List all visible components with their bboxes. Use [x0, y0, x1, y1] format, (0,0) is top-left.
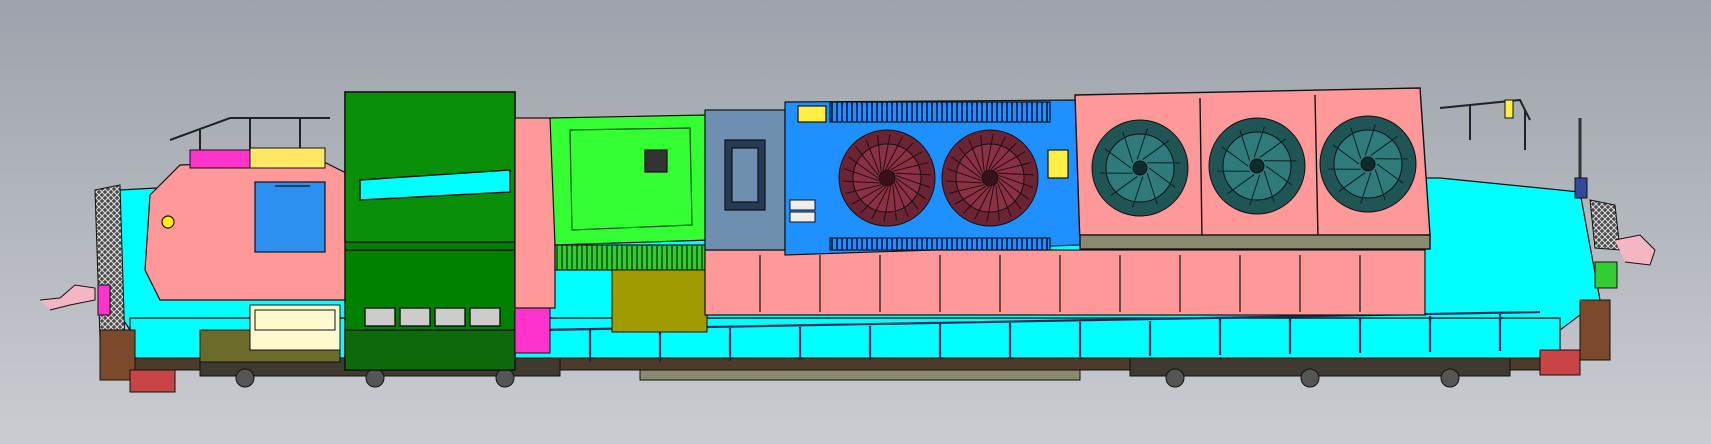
electrical-cabinet[interactable] [549, 114, 711, 271]
front-yellow-handle [1504, 99, 1514, 119]
marker-light [161, 215, 175, 229]
cab-side-window[interactable] [364, 307, 396, 327]
front-step-well [1579, 299, 1611, 361]
horn-bell [789, 199, 816, 211]
fan-center [981, 169, 999, 187]
yellow-tag [797, 105, 827, 123]
radiator-fins [829, 101, 1051, 123]
long-hood-body[interactable] [704, 249, 1426, 316]
cabinet-ribs [554, 244, 711, 271]
long-hood[interactable] [704, 249, 1426, 316]
cad-viewport[interactable] [0, 0, 1711, 444]
horn-bell [789, 211, 816, 223]
rear-anticlimber [129, 369, 176, 393]
cab-lower-panel [344, 329, 516, 371]
inertial-filter[interactable] [704, 109, 786, 251]
radiator-fan-2[interactable] [941, 129, 1039, 227]
wheel [1165, 368, 1185, 388]
cabinet-vent[interactable] [644, 149, 668, 173]
wheel [365, 368, 385, 388]
hood-section-pink[interactable] [514, 117, 556, 309]
fan-box-base [1079, 234, 1431, 250]
cooling-fan-3[interactable] [1319, 115, 1417, 213]
front-green-step [1594, 261, 1618, 289]
cooling-fan-2[interactable] [1208, 117, 1306, 215]
nose-grille [1589, 199, 1621, 251]
fan-center [878, 169, 896, 187]
filter-grate-inner [731, 147, 759, 203]
cab-side-window[interactable] [399, 307, 431, 327]
wheel [235, 368, 255, 388]
access-box-olive[interactable] [611, 269, 708, 333]
cab-side-window[interactable] [434, 307, 466, 327]
cab[interactable] [344, 91, 516, 371]
long-hood-rear[interactable] [514, 117, 556, 309]
radiator-lower-fins [829, 237, 1051, 251]
locomotive-model[interactable] [0, 0, 1711, 444]
cooling-fan-1[interactable] [1091, 119, 1189, 217]
cab-roof-panel [344, 91, 516, 243]
front-light [1574, 177, 1588, 199]
cab-side-window[interactable] [469, 307, 501, 327]
wheel [1300, 368, 1320, 388]
fan-center [1132, 160, 1148, 176]
yellow-box-top[interactable] [249, 147, 326, 169]
short-hood[interactable] [144, 159, 351, 301]
magenta-box-top[interactable] [189, 149, 251, 169]
wheel [1440, 368, 1460, 388]
fan-center [1249, 158, 1265, 174]
battery-box[interactable] [249, 304, 341, 351]
rear-magenta-panel [97, 284, 111, 316]
rear-grille [94, 184, 126, 346]
yellow-tag [1047, 149, 1069, 179]
wheel [495, 368, 515, 388]
fan-center [1360, 156, 1376, 172]
hood-access-door[interactable] [254, 181, 326, 253]
radiator-fan-1[interactable] [838, 129, 936, 227]
front-anticlimber [1539, 349, 1581, 376]
